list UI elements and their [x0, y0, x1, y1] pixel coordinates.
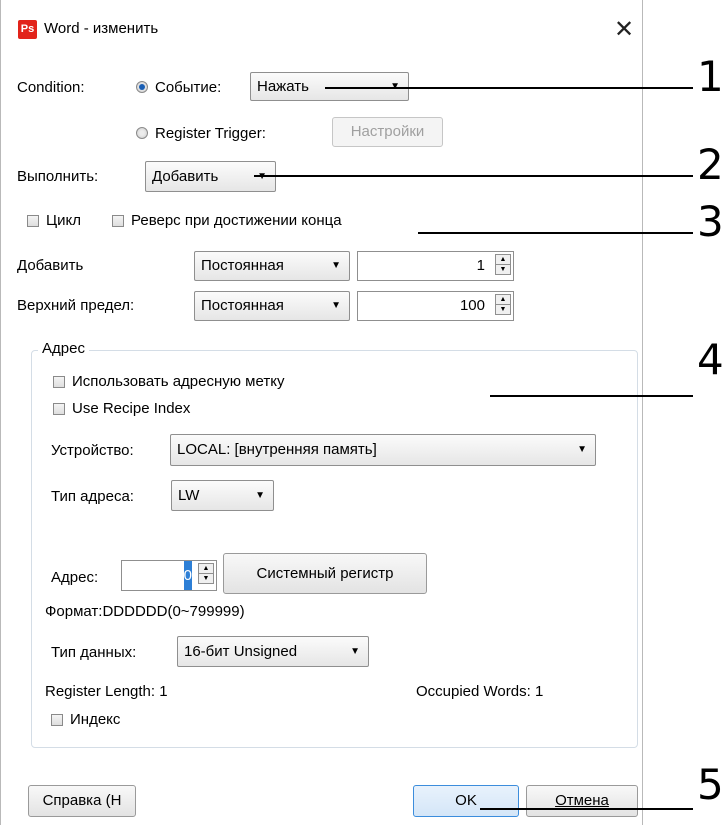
spin-up-icon[interactable]: ▲ [199, 564, 213, 574]
callout-line-3 [418, 232, 693, 234]
callout-line-5 [480, 808, 693, 810]
device-value: LOCAL: [внутренняя память] [177, 441, 377, 458]
event-select-value: Нажать [257, 78, 309, 95]
cycle-checkbox[interactable] [27, 215, 39, 227]
address-type-select[interactable]: LW ▼ [171, 480, 274, 511]
upper-type-select[interactable]: Постоянная ▼ [194, 291, 350, 321]
execute-label: Выполнить: [17, 168, 99, 185]
chevron-down-icon: ▼ [255, 490, 265, 501]
recipe-index-label: Use Recipe Index [72, 400, 191, 417]
spin-control[interactable]: ▲ ▼ [198, 563, 214, 584]
spin-down-icon[interactable]: ▼ [496, 265, 510, 274]
chevron-down-icon: ▼ [577, 444, 587, 455]
condition-label: Condition: [17, 79, 85, 96]
occupied-words-text: Occupied Words: 1 [416, 683, 544, 700]
help-button[interactable]: Справка (H [28, 785, 136, 817]
chevron-down-icon: ▼ [350, 646, 360, 657]
data-type-label: Тип данных: [51, 644, 137, 661]
reverse-label: Реверс при достижении конца [131, 212, 342, 229]
device-select[interactable]: LOCAL: [внутренняя память] ▼ [170, 434, 596, 466]
window-title: Word - изменить [44, 20, 159, 37]
register-trigger-radio[interactable] [136, 127, 148, 139]
callout-number-2: 2 [697, 140, 724, 189]
close-icon[interactable]: ✕ [606, 12, 642, 48]
callout-number-1: 1 [697, 52, 724, 101]
address-label: Адрес: [51, 569, 99, 586]
cycle-label: Цикл [46, 212, 81, 229]
reverse-checkbox[interactable] [112, 215, 124, 227]
app-logo-icon: Ps [18, 20, 37, 39]
index-checkbox[interactable] [51, 714, 63, 726]
event-radio-label: Событие: [155, 79, 222, 96]
add-type-select[interactable]: Постоянная ▼ [194, 251, 350, 281]
spin-control[interactable]: ▲ ▼ [495, 294, 511, 315]
spin-up-icon[interactable]: ▲ [496, 295, 510, 305]
add-type-value: Постоянная [201, 257, 284, 274]
system-register-button[interactable]: Системный регистр [223, 553, 427, 594]
upper-type-value: Постоянная [201, 297, 284, 314]
upper-number-value: 100 [459, 297, 485, 314]
use-tag-label: Использовать адресную метку [72, 373, 285, 390]
spin-down-icon[interactable]: ▼ [496, 305, 510, 314]
data-type-value: 16-бит Unsigned [184, 643, 298, 660]
spin-up-icon[interactable]: ▲ [496, 255, 510, 265]
ok-button[interactable]: OK [413, 785, 519, 817]
callout-line-2 [254, 175, 693, 177]
callout-number-3: 3 [697, 197, 724, 246]
callout-number-5: 5 [697, 760, 724, 809]
add-number-field[interactable]: 1 ▲ ▼ [357, 251, 514, 281]
data-type-select[interactable]: 16-бит Unsigned ▼ [177, 636, 369, 667]
upper-number-field[interactable]: 100 ▲ ▼ [357, 291, 514, 321]
settings-button[interactable]: Настройки [332, 117, 443, 147]
execute-select-value: Добавить [152, 168, 219, 185]
callout-line-4 [490, 395, 693, 397]
spin-control[interactable]: ▲ ▼ [495, 254, 511, 275]
format-text: Формат:DDDDDD(0~799999) [45, 603, 245, 620]
spin-down-icon[interactable]: ▼ [199, 574, 213, 583]
chevron-down-icon: ▼ [331, 300, 341, 311]
register-length-text: Register Length: 1 [45, 683, 168, 700]
edit-dialog: Ps Word - изменить ✕ Condition: Событие:… [0, 0, 643, 825]
device-label: Устройство: [51, 442, 134, 459]
add-number-value: 1 [476, 257, 485, 274]
address-value: 0 [183, 561, 192, 590]
cancel-button[interactable]: Отмена [526, 785, 638, 817]
use-tag-checkbox[interactable] [53, 376, 65, 388]
chevron-down-icon: ▼ [331, 260, 341, 271]
recipe-index-checkbox[interactable] [53, 403, 65, 415]
address-type-label: Тип адреса: [51, 488, 134, 505]
register-trigger-label: Register Trigger: [155, 125, 266, 142]
callout-number-4: 4 [697, 335, 724, 384]
title-bar: Ps Word - изменить ✕ [1, 0, 644, 60]
address-type-value: LW [178, 487, 200, 504]
index-label: Индекс [70, 711, 121, 728]
address-field[interactable]: 0 ▲ ▼ [121, 560, 217, 591]
upper-limit-label: Верхний предел: [17, 297, 135, 314]
add-label: Добавить [17, 257, 84, 274]
address-group-title: Адрес [38, 340, 89, 357]
callout-line-1 [325, 87, 693, 89]
event-radio[interactable] [136, 81, 148, 93]
